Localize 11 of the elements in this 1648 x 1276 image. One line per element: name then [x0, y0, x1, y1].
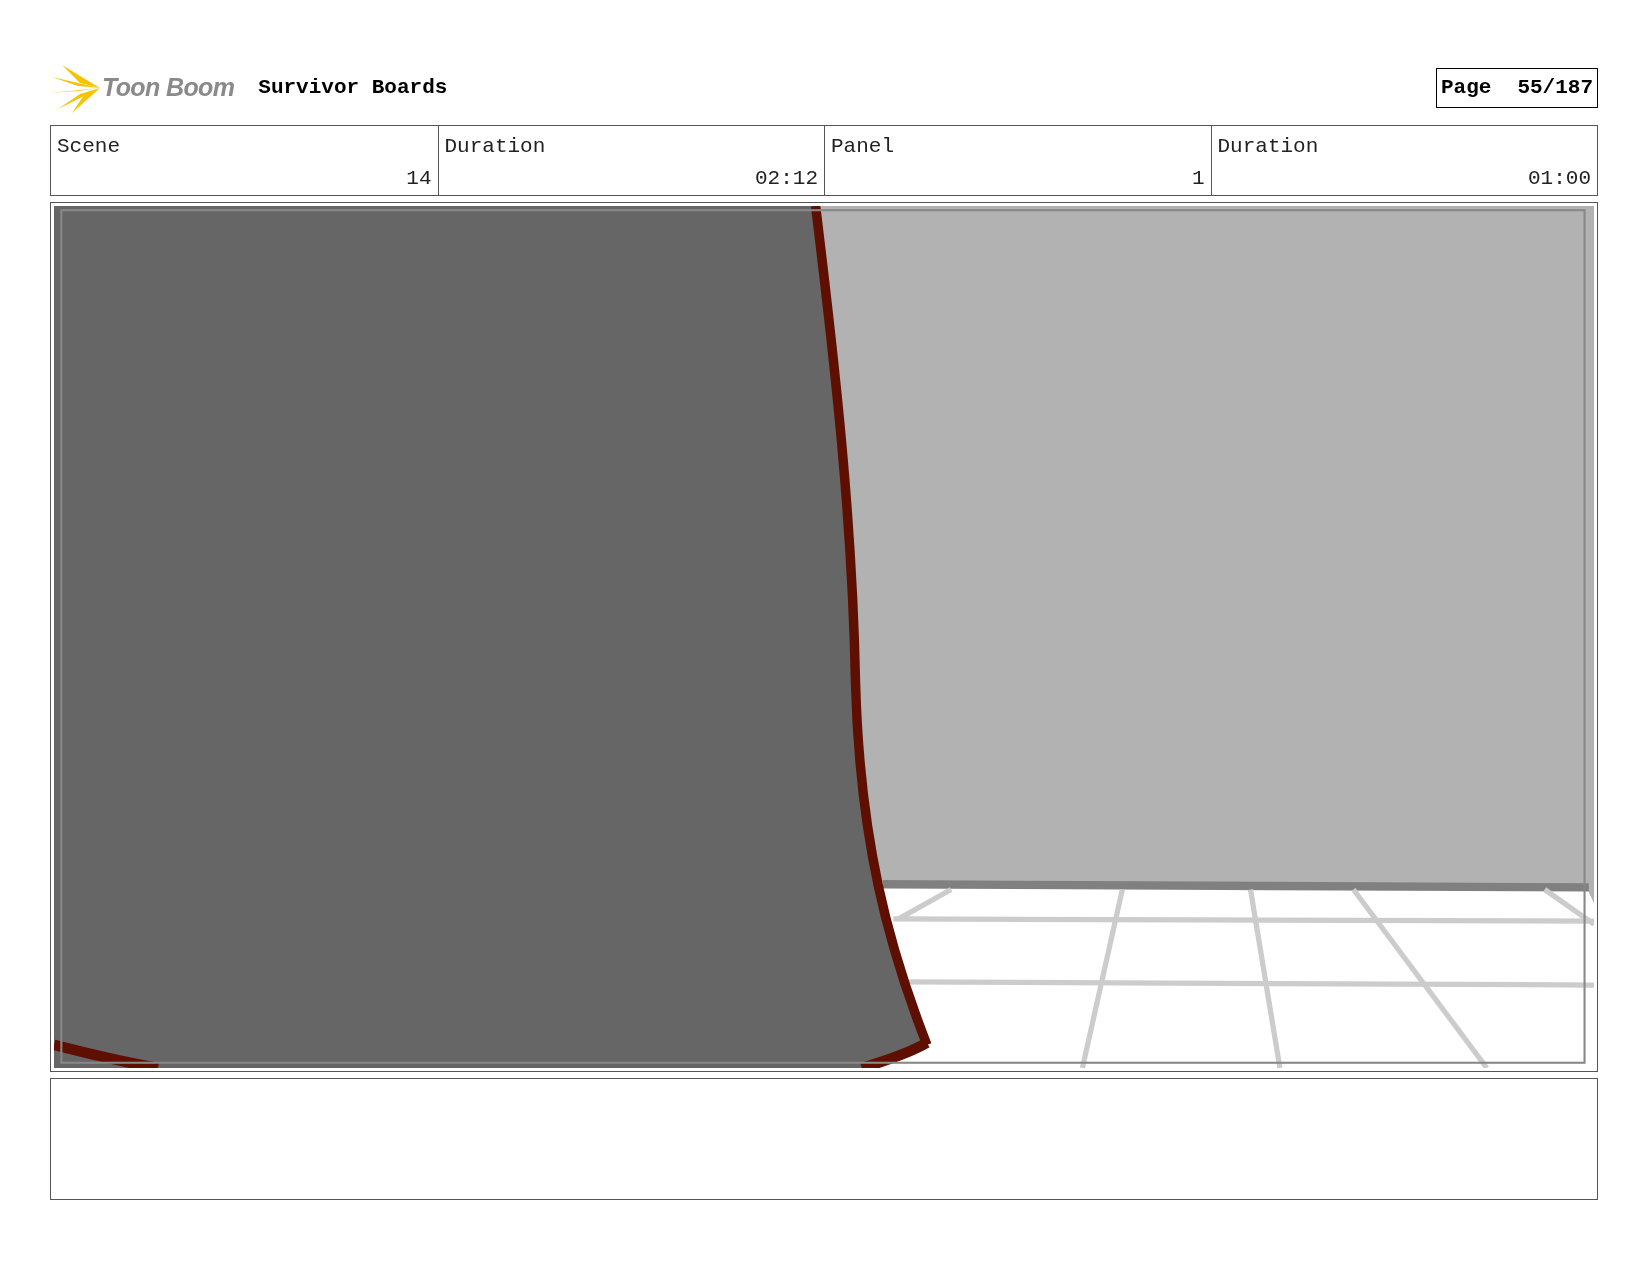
column-header: Duration — [444, 134, 547, 160]
table-cell-text: 01:00 — [1528, 165, 1591, 192]
column-header: Panel — [831, 134, 895, 160]
table-cell-text: 02:12 — [755, 165, 818, 192]
page-number: Page 55/187 — [1435, 68, 1598, 108]
logo-text: Toon Boom — [102, 72, 235, 104]
project-title: Survivor Boards — [258, 75, 448, 102]
column-header: Scene — [57, 134, 121, 160]
column-header: Duration — [1217, 134, 1320, 160]
table-cell-text: 1 — [1191, 165, 1205, 192]
table-cell-text: 14 — [406, 165, 432, 192]
